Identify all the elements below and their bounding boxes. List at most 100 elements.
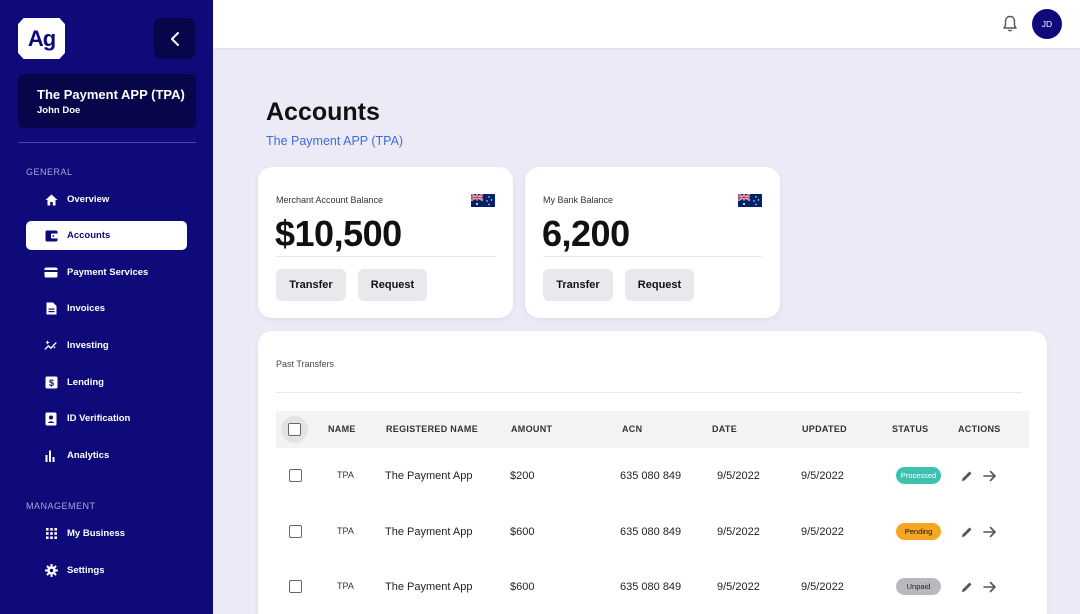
pencil-icon[interactable] <box>961 470 973 482</box>
pencil-icon[interactable] <box>961 581 973 593</box>
sidebar-item-label: ID Verification <box>67 413 131 424</box>
transfer-button[interactable]: Transfer <box>543 269 613 301</box>
sidebar-item-invoices[interactable]: Invoices <box>26 294 187 323</box>
sidebar-item-label: My Business <box>67 528 126 539</box>
sidebar-item-label: Overview <box>67 194 110 205</box>
cell-updated: 9/5/2022 <box>801 470 844 482</box>
australia-flag-icon <box>471 194 495 207</box>
sidebar-item-label: Settings <box>67 565 105 576</box>
section-label-general: GENERAL <box>26 167 73 177</box>
sidebar-item-settings[interactable]: Settings <box>26 556 187 585</box>
home-icon <box>44 193 58 207</box>
app-logo[interactable]: Ag <box>18 18 65 59</box>
merchant-balance-card: Merchant Account Balance $10,500 Transfe… <box>258 167 513 318</box>
cell-acn: 635 080 849 <box>620 470 682 482</box>
id-card-icon <box>44 412 58 426</box>
cell-name: TPA <box>337 581 354 591</box>
cell-date: 9/5/2022 <box>717 581 760 593</box>
request-button[interactable]: Request <box>358 269 427 301</box>
sidebar-item-analytics[interactable]: Analytics <box>26 441 187 470</box>
arrow-right-icon[interactable] <box>983 581 997 593</box>
column-header-actions: ACTIONS <box>958 424 1001 434</box>
sidebar-item-label: Accounts <box>67 230 111 241</box>
select-all-checkbox[interactable] <box>281 416 308 443</box>
sidebar-item-accounts[interactable]: Accounts <box>26 221 187 250</box>
column-header-name[interactable]: NAME <box>328 424 356 434</box>
sidebar-item-id-verification[interactable]: ID Verification <box>26 404 187 433</box>
cell-name: TPA <box>337 526 354 536</box>
sidebar-item-lending[interactable]: $ Lending <box>26 368 187 397</box>
row-checkbox[interactable] <box>289 525 302 538</box>
sidebar-item-label: Analytics <box>67 450 110 461</box>
account-user-name: John Doe <box>37 105 81 116</box>
request-button[interactable]: Request <box>625 269 694 301</box>
column-header-status[interactable]: STATUS <box>892 424 928 434</box>
gear-icon <box>44 564 58 578</box>
section-label-management: MANAGEMENT <box>26 501 96 511</box>
sidebar-item-payment-services[interactable]: Payment Services <box>26 258 187 287</box>
bar-chart-icon <box>44 449 58 463</box>
chevron-left-icon <box>170 31 179 46</box>
card-divider <box>543 256 762 257</box>
cell-updated: 9/5/2022 <box>801 581 844 593</box>
column-header-updated[interactable]: UPDATED <box>802 424 847 434</box>
cell-registered-name: The Payment App <box>385 581 473 593</box>
sidebar-item-overview[interactable]: Overview <box>26 185 187 214</box>
cell-date: 9/5/2022 <box>717 526 760 538</box>
account-company-name: The Payment APP (TPA) <box>37 87 185 102</box>
card-divider <box>276 256 495 257</box>
status-badge: Unpaid <box>896 578 941 595</box>
wallet-icon <box>44 229 58 243</box>
cell-date: 9/5/2022 <box>717 470 760 482</box>
cell-amount: $600 <box>510 581 535 593</box>
sidebar-item-investing[interactable]: Investing <box>26 331 187 360</box>
cell-registered-name: The Payment App <box>385 526 473 538</box>
column-header-amount[interactable]: AMOUNT <box>511 424 552 434</box>
transfer-button[interactable]: Transfer <box>276 269 346 301</box>
status-badge: Pending <box>896 523 941 540</box>
cell-registered-name: The Payment App <box>385 470 473 482</box>
grid-icon <box>44 527 58 541</box>
page-subtitle[interactable]: The Payment APP (TPA) <box>266 134 403 148</box>
sparkle-trend-icon <box>44 339 58 353</box>
bank-balance-card: My Bank Balance 6,200 Transfer Request <box>525 167 780 318</box>
pencil-icon[interactable] <box>961 526 973 538</box>
arrow-right-icon[interactable] <box>983 526 997 538</box>
cell-acn: 635 080 849 <box>620 526 682 538</box>
status-badge: Processed <box>896 467 941 484</box>
top-bar <box>213 0 1080 48</box>
collapse-sidebar-button[interactable] <box>154 18 195 59</box>
credit-card-icon <box>44 266 58 280</box>
cell-amount: $600 <box>510 526 535 538</box>
sidebar-item-my-business[interactable]: My Business <box>26 519 187 548</box>
row-checkbox[interactable] <box>289 580 302 593</box>
column-header-date[interactable]: DATE <box>712 424 737 434</box>
document-icon <box>44 302 58 316</box>
australia-flag-icon <box>738 194 762 207</box>
arrow-right-icon[interactable] <box>983 470 997 482</box>
page-title: Accounts <box>266 98 380 126</box>
balance-label: My Bank Balance <box>543 195 614 205</box>
user-avatar[interactable]: JD <box>1032 9 1062 39</box>
cell-amount: $200 <box>510 470 535 482</box>
column-header-acn[interactable]: ACN <box>622 424 642 434</box>
sidebar: Ag The Payment APP (TPA) John Doe GENERA… <box>0 0 213 614</box>
sidebar-item-label: Investing <box>67 340 109 351</box>
svg-text:$: $ <box>48 378 53 388</box>
notification-bell-icon[interactable] <box>1002 15 1018 33</box>
sidebar-divider <box>18 142 196 143</box>
sidebar-item-label: Lending <box>67 377 104 388</box>
cell-name: TPA <box>337 470 354 480</box>
balance-amount: $10,500 <box>275 213 402 254</box>
cell-updated: 9/5/2022 <box>801 526 844 538</box>
checkbox-box <box>288 423 301 436</box>
balance-label: Merchant Account Balance <box>276 195 384 205</box>
row-checkbox[interactable] <box>289 469 302 482</box>
account-switcher[interactable]: The Payment APP (TPA) John Doe <box>18 74 196 128</box>
column-header-registered-name[interactable]: REGISTERED NAME <box>386 424 478 434</box>
panel-divider <box>276 392 1022 393</box>
dollar-icon: $ <box>44 376 58 390</box>
past-transfers-title: Past Transfers <box>276 359 335 369</box>
sidebar-item-label: Invoices <box>67 303 106 314</box>
balance-amount: 6,200 <box>542 213 630 254</box>
